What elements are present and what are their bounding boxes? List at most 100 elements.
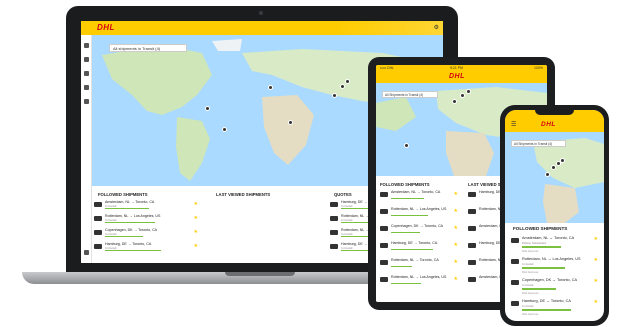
shipment-service: DHL Express [522,270,539,274]
truck-icon [380,277,388,282]
shipment-pin[interactable] [222,127,227,132]
progress-bar [105,222,155,224]
star-icon[interactable]: ★ [454,259,458,265]
progress-bar [522,246,561,248]
panel-title: QUOTES [334,192,352,197]
phone-notch [535,110,574,115]
truck-icon [380,260,388,265]
shipment-route: Hamburg, DE [479,241,501,245]
dhl-logo[interactable]: DHL [449,73,465,80]
star-icon[interactable]: ★ [194,201,198,207]
shipment-pin[interactable] [466,89,471,94]
sidebar-item-help-icon[interactable] [84,250,89,255]
sidebar-item-shipments-icon[interactable] [84,57,89,62]
progress-bar [391,232,420,234]
star-icon[interactable]: ★ [454,225,458,231]
shipment-pin[interactable] [404,143,409,148]
shipment-status: In transit [522,283,534,287]
sidebar-item-home-icon[interactable] [84,43,89,48]
progress-bar [105,250,161,252]
truck-icon [511,238,519,243]
top-bar: DHL ⚙ [81,21,443,35]
dhl-logo[interactable]: DHL [541,121,556,128]
progress-bar [522,288,556,290]
progress-bar [105,208,149,210]
shipment-route: Hamburg, DE → Toronto, CA [522,299,571,303]
progress-bar [391,283,421,285]
progress-bar [522,309,571,311]
star-icon[interactable]: ★ [594,278,598,284]
shipment-row[interactable]: Hamburg, DE → Toronto, CAIn transit★ [92,242,202,253]
shipment-route: Rotterdam, NL [479,258,503,262]
star-icon[interactable]: ★ [454,191,458,197]
laptop-camera [259,11,263,15]
dhl-logo[interactable]: DHL [97,23,115,32]
star-icon[interactable]: ★ [194,215,198,221]
shipment-pin[interactable] [545,172,550,177]
shipment-route: Copenhagen, DK → Toronto, CA [391,224,444,228]
shipment-row[interactable]: Amsterdam, NL → Toronto, CA ★ [378,190,462,201]
progress-bar [105,236,144,238]
shipment-pin[interactable] [340,84,345,89]
shipment-row[interactable]: Copenhagen, DK → Toronto, CA In transit ★ [92,228,202,239]
sidebar-item-quotes-icon[interactable] [84,71,89,76]
shipment-row[interactable]: Copenhagen, DK → Toronto, CA ★ [378,224,462,235]
shipment-pin[interactable] [268,85,273,90]
shipment-route: Amsterdam, NL → Toronto, CA [522,236,575,240]
shipment-row[interactable]: Amsterdam, NL → Toronto, CA Pickup Schedu… [509,235,602,255]
shipment-pin[interactable] [551,165,556,170]
star-icon[interactable]: ★ [594,236,598,242]
shipment-route: Hamburg, DE → Toronto, CA [391,241,438,245]
shipment-route: Copenhagen, DK → Toronto, CA [522,278,578,282]
menu-icon[interactable]: ☰ [511,121,516,128]
shipment-service: DHL Express [522,312,539,316]
shipment-row[interactable]: Copenhagen, DK → Toronto, CA In transit ★ D… [509,277,602,297]
star-icon[interactable]: ★ [594,257,598,263]
sidebar-item-reports-icon[interactable] [84,99,89,104]
star-icon[interactable]: ★ [454,242,458,248]
truck-icon [380,226,388,231]
shipment-filter-select[interactable]: All Shipments in Transit (4) [511,140,566,147]
shipment-row[interactable]: Rotterdam, NL → Toronto, CA ★ [378,258,462,269]
shipment-pin[interactable] [332,93,337,98]
shipment-row[interactable]: Amsterdam, NL → Toronto, CA In transit ★ [92,200,202,211]
shipment-row[interactable]: Hamburg, DE → Toronto, CA ★ [378,241,462,252]
shipment-row[interactable]: Hamburg, DE → Toronto, CA In transit ★ DHL … [509,298,602,318]
shipment-pin[interactable] [288,120,293,125]
shipment-pin[interactable] [205,106,210,111]
sidebar-item-documents-icon[interactable] [84,85,89,90]
shipment-row[interactable]: Rotterdam, NL → Los Angeles, US ★ [378,207,462,218]
shipment-row[interactable]: Rotterdam, NL → Los Angeles, USIn transi… [509,256,602,276]
top-bar: ☰ DHL [505,110,604,132]
shipment-row[interactable]: Rotterdam, NL → Los Angeles, USIn transi… [92,214,202,225]
progress-bar [391,215,429,217]
settings-icon[interactable]: ⚙ [434,24,439,31]
shipment-route: Hamburg, DE [479,190,501,194]
panel-title: FOLLOWED SHIPMENTS [380,182,430,187]
shipment-filter-select[interactable]: All shipments in Transit (4) [109,44,187,52]
shipment-pin[interactable] [345,79,350,84]
device-mockup-stage: DHL ⚙ All shipments in Transit (4) FOLLO… [0,0,623,327]
truck-icon [468,260,476,265]
star-icon[interactable]: ★ [594,299,598,305]
panel-title: FOLLOWED SHIPMENTS [98,192,148,197]
star-icon[interactable]: ★ [454,276,458,282]
shipment-pin[interactable] [560,158,565,163]
shipment-pin[interactable] [460,93,465,98]
shipment-row[interactable]: Rotterdam, NL → Los Angeles, US ★ [378,275,462,286]
shipment-pin[interactable] [452,99,457,104]
truck-icon [94,244,102,249]
phone: ☰ DHL All Shipments in Transit (4) FOLLO… [500,105,609,326]
shipment-service: DHL Express [522,249,539,253]
star-icon[interactable]: ★ [194,243,198,249]
star-icon[interactable]: ★ [194,229,198,235]
shipment-status: In transit [522,262,534,266]
truck-icon [94,230,102,235]
shipment-status: Pickup Scheduled [522,241,547,245]
star-icon[interactable]: ★ [454,208,458,214]
shipment-filter-select[interactable]: All Shipments in Transit (4) [382,91,438,98]
truck-icon [468,226,476,231]
truck-icon [380,192,388,197]
last-viewed-panel: LAST VIEWED SHIPMENTS Hamburg, DE → Toro… [210,186,434,263]
top-bar: DHL [376,71,547,83]
